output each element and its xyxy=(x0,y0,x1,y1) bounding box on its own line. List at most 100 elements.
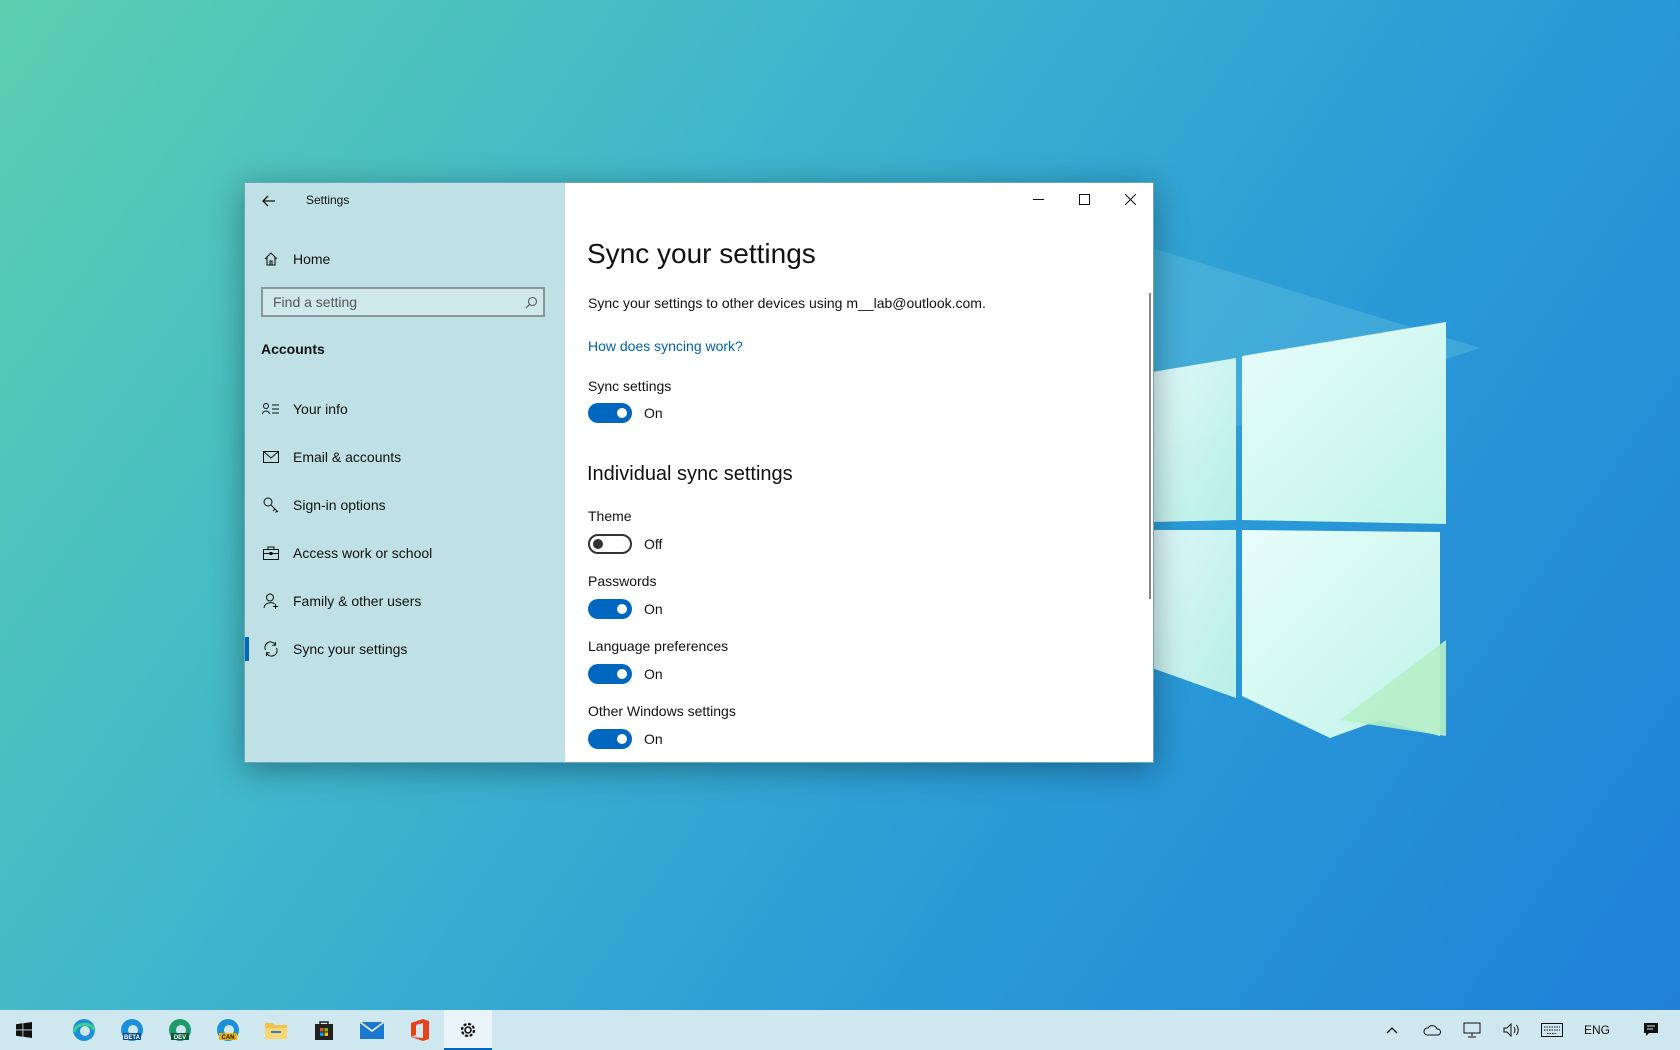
language-preferences-row: On xyxy=(588,664,663,684)
arrow-left-icon xyxy=(262,195,275,207)
taskbar-file-explorer[interactable] xyxy=(252,1010,300,1050)
taskbar-mail[interactable] xyxy=(348,1010,396,1050)
theme-label: Theme xyxy=(588,508,632,524)
settings-window: Settings Home Accounts Your info E xyxy=(244,182,1154,763)
language-indicator[interactable]: ENG xyxy=(1572,1010,1622,1050)
taskbar-store[interactable] xyxy=(300,1010,348,1050)
toggle-knob xyxy=(617,734,627,744)
briefcase-icon xyxy=(261,543,281,563)
store-icon xyxy=(315,1021,333,1040)
keyboard-icon xyxy=(1541,1023,1563,1037)
sidebar-item-label: Sign-in options xyxy=(293,497,386,513)
scrollbar[interactable] xyxy=(1149,293,1151,599)
network-icon xyxy=(1463,1022,1481,1038)
system-tray: ENG xyxy=(1372,1010,1680,1050)
start-button[interactable] xyxy=(0,1010,48,1050)
page-title: Sync your settings xyxy=(587,238,816,269)
language-preferences-toggle[interactable] xyxy=(588,664,632,684)
sidebar-item-label: Email & accounts xyxy=(293,449,402,465)
action-center-button[interactable] xyxy=(1622,1010,1680,1050)
edge-dev-badge: DEV xyxy=(173,1035,187,1041)
passwords-row: On xyxy=(588,599,663,619)
maximize-icon xyxy=(1078,193,1090,205)
chevron-up-icon xyxy=(1386,1027,1398,1034)
taskbar-office[interactable] xyxy=(396,1010,444,1050)
sync-settings-toggle[interactable] xyxy=(588,403,632,423)
back-button[interactable] xyxy=(255,189,283,213)
other-windows-settings-label: Other Windows settings xyxy=(588,703,736,719)
active-indicator xyxy=(245,637,249,661)
taskbar-edge-beta[interactable]: BETA xyxy=(108,1010,156,1050)
taskbar-edge-dev[interactable]: DEV xyxy=(156,1010,204,1050)
settings-sidebar: Settings Home Accounts Your info E xyxy=(245,183,565,762)
sidebar-item-your-info[interactable]: Your info xyxy=(261,397,348,421)
toggle-knob xyxy=(617,408,627,418)
taskbar-edge[interactable] xyxy=(60,1010,108,1050)
toggle-state: On xyxy=(644,666,663,682)
help-link[interactable]: How does syncing work? xyxy=(588,338,743,354)
toggle-knob xyxy=(593,539,603,549)
sync-settings-label: Sync settings xyxy=(588,378,672,394)
volume-tray[interactable] xyxy=(1492,1010,1532,1050)
search-box[interactable] xyxy=(261,287,545,317)
sidebar-item-sync-your-settings[interactable]: Sync your settings xyxy=(261,637,407,661)
mail-icon xyxy=(261,447,281,467)
taskbar: BETA DEV CAN ENG xyxy=(0,1010,1680,1050)
settings-icon xyxy=(460,1022,476,1038)
taskbar-edge-canary[interactable]: CAN xyxy=(204,1010,252,1050)
app-title: Settings xyxy=(306,193,350,207)
toggle-knob xyxy=(617,669,627,679)
close-icon xyxy=(1124,193,1136,205)
sidebar-item-label: Family & other users xyxy=(293,593,422,609)
volume-icon xyxy=(1503,1023,1519,1037)
toggle-state: On xyxy=(644,731,663,747)
taskbar-settings[interactable] xyxy=(444,1010,492,1050)
person-add-icon xyxy=(261,591,281,611)
sidebar-item-email-accounts[interactable]: Email & accounts xyxy=(261,445,401,469)
sidebar-item-sign-in-options[interactable]: Sign-in options xyxy=(261,493,386,517)
settings-content: Sync your settings Sync your settings to… xyxy=(565,183,1153,762)
page-description: Sync your settings to other devices usin… xyxy=(588,295,986,311)
contact-card-icon xyxy=(261,399,281,419)
sidebar-item-access-work-school[interactable]: Access work or school xyxy=(261,541,432,565)
sidebar-item-family-other-users[interactable]: Family & other users xyxy=(261,589,421,613)
file-explorer-icon xyxy=(265,1023,287,1039)
edge-beta-badge: BETA xyxy=(124,1035,140,1041)
language-preferences-label: Language preferences xyxy=(588,638,729,654)
cloud-icon xyxy=(1423,1025,1441,1036)
minimize-button[interactable] xyxy=(1015,183,1061,215)
onedrive-tray[interactable] xyxy=(1412,1010,1452,1050)
sync-icon xyxy=(261,639,281,659)
passwords-label: Passwords xyxy=(588,573,657,589)
minimize-icon xyxy=(1032,198,1044,200)
home-icon xyxy=(261,249,281,269)
maximize-button[interactable] xyxy=(1061,183,1107,215)
search-input[interactable] xyxy=(263,293,519,311)
key-icon xyxy=(261,495,281,515)
toggle-state: On xyxy=(644,601,663,617)
sync-settings-row: On xyxy=(588,403,663,423)
section-heading-accounts: Accounts xyxy=(261,341,325,357)
sidebar-item-home[interactable]: Home xyxy=(261,247,330,271)
search-icon[interactable] xyxy=(519,296,543,309)
toggle-knob xyxy=(617,604,627,614)
mail-icon xyxy=(359,1021,385,1039)
network-tray[interactable] xyxy=(1452,1010,1492,1050)
touch-keyboard-tray[interactable] xyxy=(1532,1010,1572,1050)
other-windows-settings-row: On xyxy=(588,729,663,749)
sidebar-item-label: Access work or school xyxy=(293,545,433,561)
close-button[interactable] xyxy=(1107,183,1153,215)
office-icon xyxy=(411,1019,429,1041)
theme-row: Off xyxy=(588,534,662,554)
passwords-toggle[interactable] xyxy=(588,599,632,619)
show-hidden-icons-button[interactable] xyxy=(1372,1010,1412,1050)
sidebar-item-label: Your info xyxy=(293,401,348,417)
other-windows-settings-toggle[interactable] xyxy=(588,729,632,749)
windows-start-icon xyxy=(16,1022,32,1038)
toggle-state: On xyxy=(644,405,663,421)
title-bar: Settings xyxy=(245,183,565,217)
sidebar-item-label: Home xyxy=(293,251,331,267)
theme-toggle[interactable] xyxy=(588,534,632,554)
individual-sync-heading: Individual sync settings xyxy=(587,463,793,485)
edge-canary-badge: CAN xyxy=(221,1035,235,1041)
